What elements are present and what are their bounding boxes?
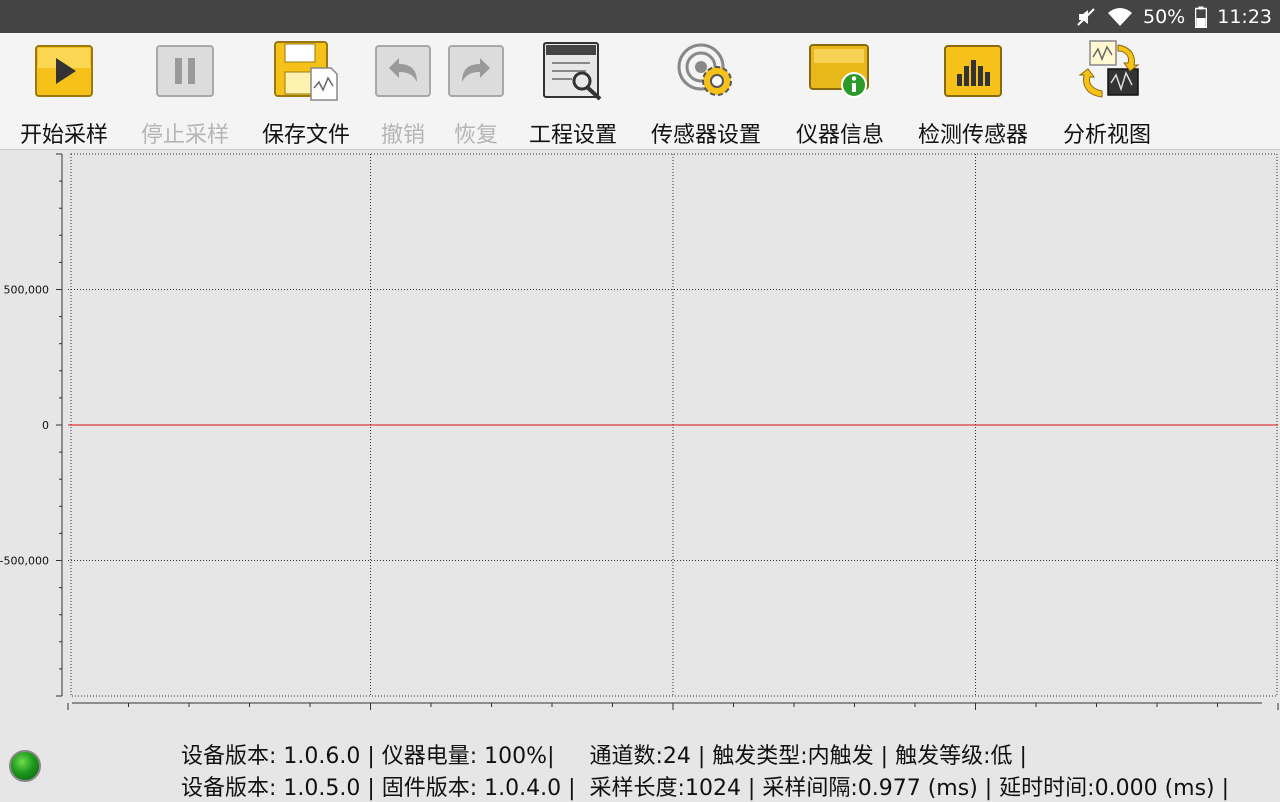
y-tick-label: 0: [42, 419, 49, 432]
wifi-icon: [1107, 7, 1133, 27]
sensor-settings-icon: [675, 41, 737, 101]
stop-sampling-label: 停止采样: [140, 123, 229, 148]
device-info-line-1: 设备版本: 1.0.6.0 | 仪器电量: 100%| 通道数:24 | 触发类…: [181, 744, 1027, 769]
device-info-label: 仪器信息: [795, 123, 884, 148]
analysis-view-label: 分析视图: [1062, 123, 1151, 148]
undo-label: 撤销: [380, 123, 425, 148]
y-tick-label: -500,000: [0, 555, 49, 568]
detect-sensor-icon: [943, 41, 1003, 101]
waveform-chart[interactable]: 500,0000-500,000-500,0000500,000: [0, 150, 1280, 710]
system-status-bar: 50% 11:23: [0, 0, 1280, 33]
project-settings-icon: [542, 41, 604, 101]
sensor-settings-button[interactable]: 传感器设置: [644, 33, 768, 149]
sensor-settings-label: 传感器设置: [650, 123, 761, 148]
detect-sensor-button[interactable]: 检测传感器: [911, 33, 1035, 149]
analysis-view-icon: [1074, 40, 1140, 101]
chart-axes: [56, 153, 1279, 710]
y-tick-label: 500,000: [4, 284, 50, 297]
battery-percent: 50%: [1143, 5, 1186, 28]
start-sampling-label: 开始采样: [19, 123, 108, 148]
project-settings-label: 工程设置: [528, 123, 617, 148]
main-toolbar: 开始采样 停止采样 保存文件 撤销 恢复 工程设置 传感器设置 仪器信息 检测传…: [0, 33, 1280, 150]
save-file-icon: [273, 41, 339, 101]
connection-status-indicator: [9, 750, 41, 782]
clock: 11:23: [1217, 5, 1272, 28]
detect-sensor-label: 检测传感器: [917, 123, 1028, 148]
save-file-label: 保存文件: [261, 123, 350, 148]
play-icon: [34, 41, 94, 101]
start-sampling-button[interactable]: 开始采样: [14, 33, 114, 149]
stop-sampling-button[interactable]: 停止采样: [135, 33, 235, 149]
save-file-button[interactable]: 保存文件: [256, 33, 356, 149]
device-info-button[interactable]: 仪器信息: [790, 33, 890, 149]
project-settings-button[interactable]: 工程设置: [523, 33, 623, 149]
redo-label: 恢复: [453, 123, 498, 148]
device-info-icon: [808, 41, 872, 101]
chart-ticks: 500,0000-500,000-500,0000500,000: [0, 284, 50, 568]
redo-button[interactable]: 恢复: [448, 33, 504, 149]
undo-icon: [375, 41, 431, 101]
battery-icon: [1195, 6, 1208, 28]
undo-button[interactable]: 撤销: [375, 33, 431, 149]
device-info-line-2: 设备版本: 1.0.5.0 | 固件版本: 1.0.4.0 | 采样长度:102…: [181, 776, 1230, 801]
mute-icon: [1075, 6, 1097, 28]
redo-icon: [448, 41, 504, 101]
analysis-view-button[interactable]: 分析视图: [1057, 33, 1157, 149]
pause-icon: [155, 41, 215, 101]
